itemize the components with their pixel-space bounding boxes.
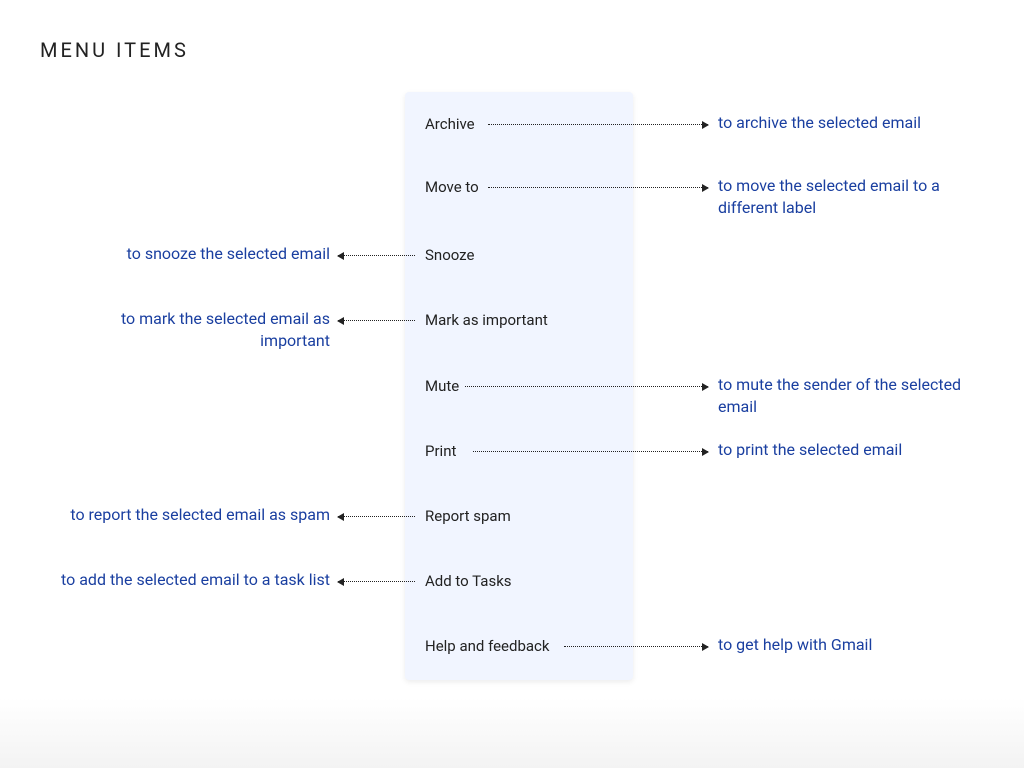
connector-print	[473, 451, 708, 452]
background-gradient	[0, 698, 1024, 768]
connector-help-and-feedback	[564, 646, 708, 647]
menu-item-snooze[interactable]: Snooze	[425, 245, 474, 265]
arrowhead-icon	[337, 317, 344, 325]
annotation-report-spam: to report the selected email as spam	[70, 504, 330, 526]
annotation-mute: to mute the sender of the selected email	[718, 374, 998, 418]
menu-item-archive[interactable]: Archive	[425, 114, 475, 134]
connector-archive	[488, 124, 708, 125]
arrowhead-icon	[702, 448, 709, 456]
menu-item-help-and-feedback[interactable]: Help and feedback	[425, 636, 550, 656]
arrowhead-icon	[337, 513, 344, 521]
arrowhead-icon	[702, 643, 709, 651]
arrowhead-icon	[702, 121, 709, 129]
menu-item-mute[interactable]: Mute	[425, 376, 459, 396]
arrowhead-icon	[337, 252, 344, 260]
annotation-snooze: to snooze the selected email	[127, 243, 330, 265]
annotation-add-to-tasks: to add the selected email to a task list	[61, 569, 330, 591]
connector-move-to	[488, 187, 708, 188]
connector-mute	[465, 386, 708, 387]
connector-snooze	[338, 255, 415, 256]
annotation-archive: to archive the selected email	[718, 112, 921, 134]
annotation-move-to: to move the selected email to a differen…	[718, 175, 998, 219]
menu-item-print[interactable]: Print	[425, 441, 456, 461]
annotation-help-and-feedback: to get help with Gmail	[718, 634, 872, 656]
arrowhead-icon	[337, 578, 344, 586]
annotation-mark-as-important: to mark the selected email as important	[50, 308, 330, 352]
connector-add-to-tasks	[338, 581, 415, 582]
connector-report-spam	[338, 516, 415, 517]
menu-item-report-spam[interactable]: Report spam	[425, 506, 511, 526]
page-title: MENU ITEMS	[40, 38, 189, 62]
connector-mark-as-important	[338, 320, 415, 321]
arrowhead-icon	[702, 184, 709, 192]
menu-item-mark-as-important[interactable]: Mark as important	[425, 310, 548, 330]
arrowhead-icon	[702, 383, 709, 391]
menu-item-add-to-tasks[interactable]: Add to Tasks	[425, 571, 512, 591]
annotation-print: to print the selected email	[718, 439, 902, 461]
menu-item-move-to[interactable]: Move to	[425, 177, 479, 197]
